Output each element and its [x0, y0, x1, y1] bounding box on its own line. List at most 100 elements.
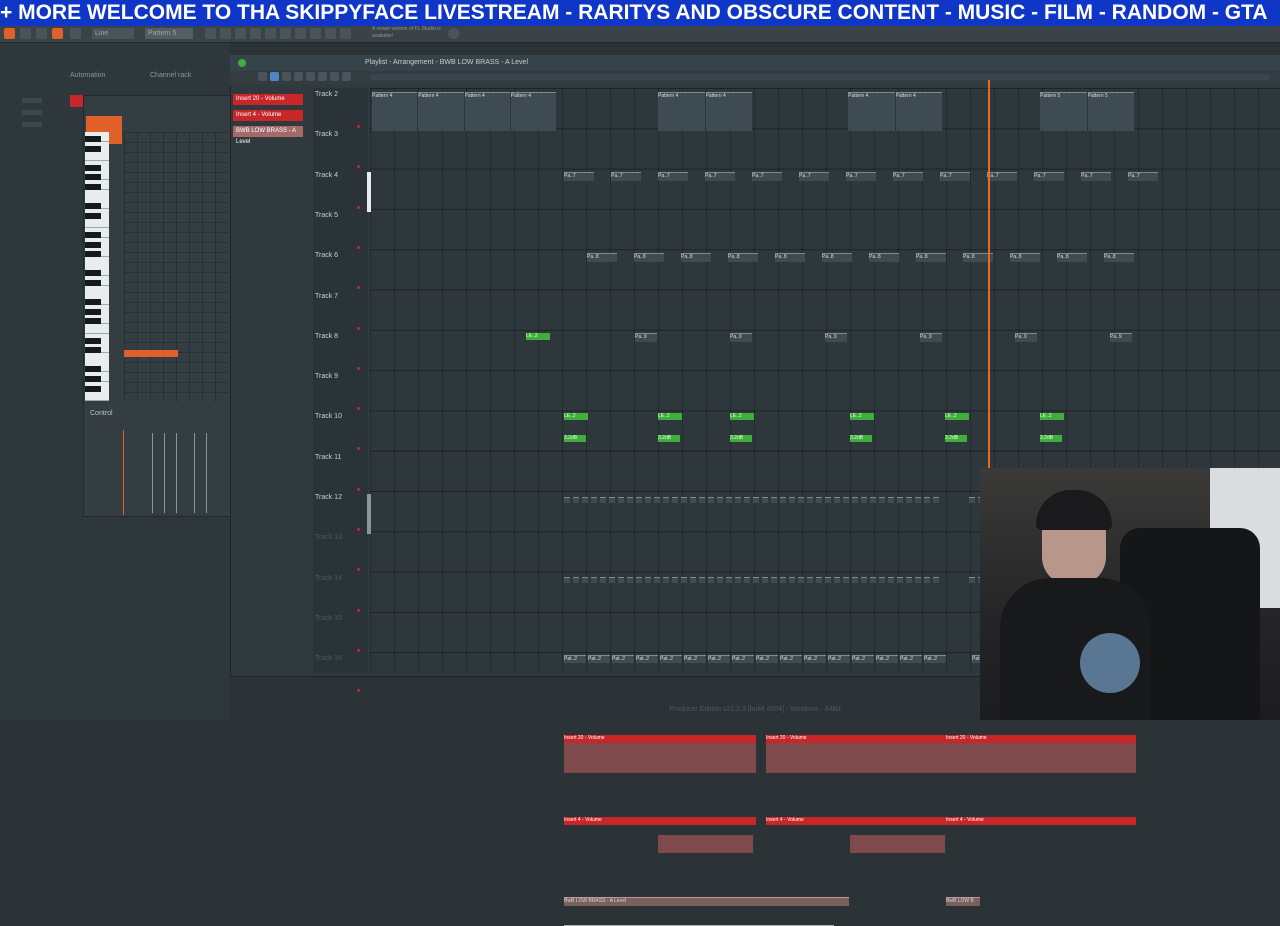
pattern-clip[interactable]: Pa..8 — [1104, 252, 1134, 262]
track-header[interactable]: Track 15 — [315, 615, 342, 622]
cpu-icon[interactable] — [310, 28, 321, 39]
browser-row[interactable] — [22, 98, 42, 103]
step-clip[interactable] — [924, 496, 930, 503]
pattern-clip[interactable]: Pa..9 — [1110, 332, 1132, 342]
step-clip[interactable] — [726, 496, 732, 503]
track-selector-bar[interactable] — [367, 172, 371, 212]
browser-row[interactable] — [22, 110, 42, 115]
pattern-clip[interactable]: Pa..8 — [1057, 252, 1087, 262]
pattern-clip[interactable]: Pa..7 — [752, 172, 782, 182]
pattern-clip[interactable]: Pa..7 — [940, 172, 970, 182]
select-tool-icon[interactable] — [318, 72, 327, 81]
step-clip[interactable] — [771, 496, 777, 503]
audio-clip[interactable]: BwB LOW BRASS - A Level — [564, 897, 849, 906]
track-record-dot[interactable] — [357, 568, 360, 572]
pattern-clip[interactable]: Pattern 4 — [895, 92, 942, 131]
track-header[interactable]: Track 11 — [315, 454, 341, 461]
pattern-clip[interactable]: Pat..2 — [636, 655, 658, 664]
step-clip[interactable] — [636, 576, 642, 583]
piano-key-black[interactable] — [85, 251, 101, 258]
green-clip[interactable]: LE..2 — [526, 332, 550, 340]
automation-envelope[interactable] — [946, 743, 1136, 774]
piano-roll-icon[interactable] — [220, 28, 231, 39]
pattern-clip[interactable]: Pattern 4 — [510, 92, 556, 131]
update-icon[interactable] — [448, 28, 459, 39]
piano-key-black[interactable] — [85, 318, 101, 325]
step-clip[interactable] — [780, 496, 786, 503]
redo-icon[interactable] — [36, 28, 47, 39]
pattern-clip[interactable]: Pat..2 — [828, 655, 850, 664]
pattern-clip[interactable]: Pa..8 — [1010, 252, 1040, 262]
pattern-clip[interactable]: Pa..7 — [1081, 172, 1111, 182]
pattern-clip[interactable]: Pat..2 — [876, 655, 898, 664]
track-header[interactable]: Track 3 — [315, 131, 338, 138]
automation-clip[interactable]: Insert 20 - Volume — [564, 735, 756, 744]
pattern-clip[interactable]: Pat..2 — [852, 655, 874, 664]
piano-key-black[interactable] — [85, 376, 101, 382]
browser-icon[interactable] — [265, 28, 276, 39]
pattern-clip[interactable]: Pat..2 — [660, 655, 682, 664]
step-clip[interactable] — [663, 496, 669, 503]
pattern-clip[interactable]: Pa..9 — [825, 332, 847, 342]
automation-clip[interactable]: Insert 4 - Volume — [564, 816, 756, 825]
step-clip[interactable] — [735, 496, 741, 503]
piano-key-black[interactable] — [85, 136, 101, 142]
piano-key-black[interactable] — [85, 270, 101, 277]
pattern-clip[interactable]: Pat..2 — [756, 655, 778, 664]
step-clip[interactable] — [690, 496, 696, 503]
pattern-clip[interactable]: Pa..9 — [920, 332, 942, 342]
automation-envelope[interactable] — [850, 834, 945, 853]
track-record-dot[interactable] — [357, 326, 360, 330]
step-clip[interactable] — [573, 576, 579, 583]
pattern-clip[interactable]: Pa..9 — [1015, 332, 1037, 342]
velocity-bar[interactable] — [194, 433, 195, 513]
mute-tool-icon[interactable] — [294, 72, 303, 81]
automation-clip[interactable]: Insert 20 - Volume — [946, 735, 1136, 744]
step-clip[interactable] — [636, 496, 642, 503]
piano-key-white[interactable] — [85, 218, 109, 229]
pattern-clip[interactable]: Pat..2 — [612, 655, 634, 664]
velocity-bar[interactable] — [164, 433, 165, 513]
step-clip[interactable] — [969, 496, 975, 503]
piano-key-black[interactable] — [85, 212, 101, 219]
pattern-clip[interactable]: Pa..7 — [611, 172, 641, 182]
piano-key-black[interactable] — [85, 184, 101, 190]
piano-key-black[interactable] — [85, 299, 101, 306]
step-clip[interactable] — [672, 496, 678, 503]
step-clip[interactable] — [843, 496, 849, 503]
track-header[interactable]: Track 8 — [315, 333, 338, 340]
pattern-clip[interactable]: Pattern 5 — [1087, 92, 1134, 131]
step-clip[interactable] — [780, 576, 786, 583]
pattern-clip[interactable]: Pa..8 — [822, 252, 852, 262]
pattern-clip[interactable]: Pattern 4 — [464, 92, 510, 131]
step-clip[interactable] — [672, 576, 678, 583]
track-record-dot[interactable] — [357, 487, 360, 491]
step-clip[interactable] — [654, 576, 660, 583]
track-record-dot[interactable] — [357, 205, 360, 209]
step-clip[interactable] — [915, 576, 921, 583]
piano-key-black[interactable] — [85, 280, 101, 286]
pattern-clip[interactable]: Pat..2 — [804, 655, 826, 664]
step-clip[interactable] — [735, 576, 741, 583]
pattern-clip[interactable]: Pa..7 — [658, 172, 688, 182]
pattern-clip[interactable]: Pattern 4 — [848, 92, 895, 131]
pattern-clip[interactable]: Pattern 4 — [372, 92, 418, 131]
pattern-clip[interactable]: Pa..8 — [869, 252, 899, 262]
pattern-clip[interactable]: Pat..2 — [780, 655, 802, 664]
piano-key-black[interactable] — [85, 347, 101, 354]
pattern-clip[interactable]: Pa..8 — [634, 252, 664, 262]
channel-rack-tab[interactable]: Channel rack — [150, 72, 191, 79]
track-record-dot[interactable] — [357, 125, 360, 128]
channel-rack-icon[interactable] — [235, 28, 246, 39]
step-clip[interactable] — [726, 576, 732, 583]
track-header[interactable]: Track 14 — [315, 575, 342, 582]
track-header[interactable]: Track 12 — [315, 494, 342, 501]
step-clip[interactable] — [627, 496, 633, 503]
step-clip[interactable] — [564, 496, 570, 503]
pattern-clip[interactable]: Pa..8 — [916, 252, 946, 262]
track-header[interactable]: Track 9 — [315, 373, 338, 380]
pattern-clip[interactable]: Pat..2 — [924, 655, 946, 664]
mixer-icon[interactable] — [250, 28, 261, 39]
track-record-dot[interactable] — [357, 407, 360, 411]
pattern-clip[interactable]: Pattern 4 — [705, 92, 752, 131]
